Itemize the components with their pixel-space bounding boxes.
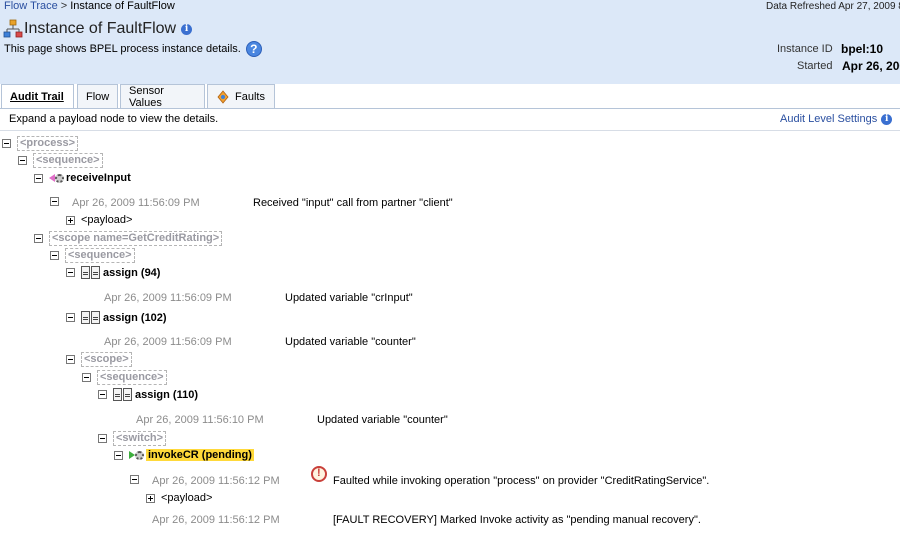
gear-icon: [55, 173, 64, 183]
collapse-toggle[interactable]: [82, 373, 91, 382]
collapse-toggle[interactable]: [130, 475, 139, 484]
recovery-message: [FAULT RECOVERY] Marked Invoke activity …: [333, 514, 701, 526]
collapse-toggle[interactable]: [98, 390, 107, 399]
event-timestamp: Apr 26, 2009 11:56:09 PM: [104, 292, 232, 304]
instance-id-value: bpel:10: [841, 42, 884, 56]
tree-node-payload: <payload>: [66, 214, 132, 226]
tree-node-scope: <scope>: [66, 352, 132, 367]
event-timestamp: Apr 26, 2009 11:56:10 PM: [136, 414, 264, 426]
assign-102-label: assign (102): [103, 311, 167, 324]
event-timestamp: Apr 26, 2009 11:56:09 PM: [72, 197, 200, 209]
tree-node-payload: <payload>: [146, 492, 212, 504]
instance-id-label: Instance ID: [777, 43, 833, 55]
payload-label[interactable]: <payload>: [161, 492, 212, 504]
tree-node-process: <process>: [2, 136, 79, 151]
instruction-text: Expand a payload node to view the detail…: [9, 113, 219, 125]
process-flow-icon: [3, 19, 23, 39]
tree-row-receive-event: [50, 197, 65, 206]
tree-node-assign-110: assign (110): [98, 388, 198, 401]
started-value: Apr 26, 200: [842, 59, 900, 73]
fault-message: Faulted while invoking operation "proces…: [333, 475, 710, 487]
expand-toggle[interactable]: [146, 493, 155, 503]
collapse-toggle[interactable]: [34, 234, 43, 243]
scope-tag: <scope name=GetCreditRating>: [49, 231, 223, 246]
sequence-tag: <sequence>: [33, 153, 103, 168]
tab-flow-label: Flow: [86, 90, 110, 103]
collapse-toggle[interactable]: [66, 355, 75, 364]
tree-node-assign-94: assign (94): [66, 266, 160, 279]
collapse-toggle[interactable]: [50, 251, 59, 260]
tab-sensor-values-label: Sensor Values: [129, 84, 164, 109]
audit-level-settings-label: Audit Level Settings: [780, 113, 878, 125]
event-timestamp: Apr 26, 2009 11:56:09 PM: [104, 336, 232, 348]
audit-level-settings-link[interactable]: Audit Level Settings i: [780, 113, 893, 125]
tree-node-scope-getcreditrating: <scope name=GetCreditRating>: [34, 231, 223, 246]
help-icon[interactable]: ?: [245, 41, 262, 57]
tree-row-fault-event: [130, 475, 145, 484]
title-info-icon[interactable]: i: [181, 23, 193, 35]
sequence-tag: <sequence>: [97, 370, 167, 385]
breadcrumb-flow-trace-link[interactable]: Flow Trace: [4, 0, 58, 12]
tree-node-switch: <switch>: [98, 431, 167, 446]
assign-icon: [81, 311, 101, 324]
page-description: This page shows BPEL process instance de…: [4, 41, 262, 57]
tab-audit-trail[interactable]: Audit Trail: [1, 84, 74, 108]
breadcrumb-current: Instance of FaultFlow: [70, 0, 175, 12]
fault-timestamp: Apr 26, 2009 11:56:12 PM: [152, 475, 280, 487]
expand-toggle[interactable]: [66, 215, 75, 225]
assign-110-label: assign (110): [135, 388, 198, 401]
audit-info-icon: i: [881, 113, 893, 125]
collapse-toggle[interactable]: [66, 313, 75, 322]
tab-sensor-values[interactable]: Sensor Values: [120, 84, 205, 109]
recovery-timestamp: Apr 26, 2009 11:56:12 PM: [152, 514, 280, 526]
collapse-toggle[interactable]: [50, 197, 59, 206]
sequence-tag: <sequence>: [65, 248, 135, 263]
collapse-toggle[interactable]: [66, 268, 75, 277]
payload-label[interactable]: <payload>: [81, 214, 132, 226]
page-title: Instance of FaultFlow: [24, 20, 177, 37]
breadcrumb: Flow Trace > Instance of FaultFlow: [4, 0, 175, 12]
assign-94-label: assign (94): [103, 266, 161, 279]
tree-node-sequence: <sequence>: [50, 248, 135, 263]
tree-node-assign-102: assign (102): [66, 311, 167, 324]
receive-input-label: receiveInput: [66, 172, 131, 184]
collapse-toggle[interactable]: [18, 156, 27, 165]
faults-tab-icon: [216, 89, 230, 104]
event-message: Updated variable "counter": [285, 336, 416, 348]
collapse-toggle[interactable]: [2, 139, 11, 148]
collapse-toggle[interactable]: [98, 434, 107, 443]
gear-icon: [135, 450, 144, 460]
description-text: This page shows BPEL process instance de…: [4, 43, 241, 55]
tab-bar: Audit Trail Flow Sensor Values Faults: [0, 84, 900, 109]
collapse-toggle[interactable]: [34, 173, 43, 183]
tab-audit-trail-label: Audit Trail: [10, 90, 64, 103]
fault-warning-icon: [311, 466, 327, 482]
tree-node-sequence: <sequence>: [18, 153, 103, 168]
event-message: Updated variable "crInput": [285, 292, 413, 304]
process-tag: <process>: [17, 136, 79, 151]
instruction-bar: Expand a payload node to view the detail…: [0, 108, 900, 131]
switch-tag: <switch>: [113, 431, 167, 446]
invoke-cr-label: invokeCR (pending): [146, 449, 254, 461]
tree-node-invoke-cr: invokeCR (pending): [114, 449, 254, 461]
assign-icon: [113, 388, 133, 401]
event-message: Updated variable "counter": [317, 414, 448, 426]
started-label: Started: [797, 60, 833, 72]
page-header: Flow Trace > Instance of FaultFlow Data Re…: [0, 0, 900, 84]
scope-tag: <scope>: [81, 352, 132, 367]
breadcrumb-separator: >: [60, 0, 68, 12]
assign-icon: [81, 266, 101, 279]
event-message: Received "input" call from partner "clie…: [253, 197, 453, 209]
tree-node-sequence: <sequence>: [82, 370, 167, 385]
title-row: Instance of FaultFlow i: [3, 19, 193, 39]
collapse-toggle[interactable]: [114, 450, 123, 460]
data-refreshed-text: Data Refreshed Apr 27, 2009 8: [766, 1, 900, 12]
tab-flow[interactable]: Flow: [77, 84, 118, 108]
tab-faults-label: Faults: [235, 90, 265, 103]
tab-faults[interactable]: Faults: [207, 84, 275, 108]
tree-node-receive-input: receiveInput: [34, 172, 131, 184]
